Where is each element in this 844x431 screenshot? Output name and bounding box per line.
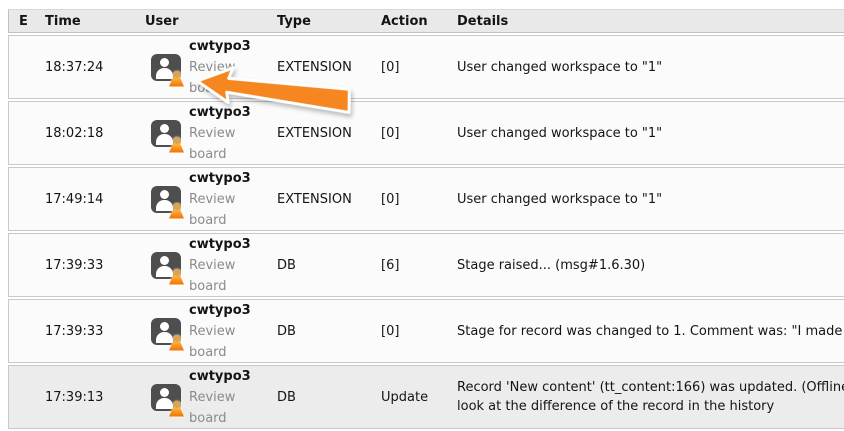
user-avatar-icon <box>151 54 181 81</box>
cell-type: EXTENSION <box>269 60 373 75</box>
column-header-details: Details <box>449 14 844 29</box>
log-row: 18:37:24 cwtypo3 Review board EXTENSION … <box>8 35 844 99</box>
user-avatar-icon <box>151 252 181 279</box>
user-role: Review board <box>189 57 257 99</box>
user-avatar-icon <box>151 318 181 345</box>
cell-action: [6] <box>373 258 449 273</box>
cell-user: cwtypo3 Review board <box>137 102 269 165</box>
cell-type: EXTENSION <box>269 192 373 207</box>
details-line1: Stage for record was changed to 1. Comme… <box>457 322 844 341</box>
person-silhouette-icon <box>160 322 169 331</box>
log-table: E Time User Type Action Details 18:37:24… <box>8 9 844 431</box>
column-header-time: Time <box>37 14 137 29</box>
cell-time: 17:39:13 <box>37 390 137 405</box>
column-header-type: Type <box>269 14 373 29</box>
cell-details: User changed workspace to "1" <box>449 190 844 209</box>
person-silhouette-icon <box>160 190 169 199</box>
orange-user-overlay-icon <box>169 137 184 153</box>
cell-time: 17:39:33 <box>37 258 137 273</box>
log-row: 17:49:14 cwtypo3 Review board EXTENSION … <box>8 167 844 231</box>
user-role: Review board <box>189 189 257 231</box>
log-row: 18:02:18 cwtypo3 Review board EXTENSION … <box>8 101 844 165</box>
cell-user: cwtypo3 Review board <box>137 234 269 297</box>
cell-type: EXTENSION <box>269 126 373 141</box>
cell-details: Stage for record was changed to 1. Comme… <box>449 322 844 341</box>
person-silhouette-icon <box>160 256 169 265</box>
log-row: 17:39:33 cwtypo3 Review board DB [0] Sta… <box>8 299 844 363</box>
user-avatar-icon <box>151 186 181 213</box>
cell-action: [0] <box>373 60 449 75</box>
cell-time: 17:39:33 <box>37 324 137 339</box>
column-header-user: User <box>137 14 269 29</box>
table-header-row: E Time User Type Action Details <box>8 9 844 33</box>
column-header-action: Action <box>373 14 449 29</box>
orange-user-overlay-icon <box>169 401 184 417</box>
cell-details: User changed workspace to "1" <box>449 58 844 77</box>
person-silhouette-icon <box>160 388 169 397</box>
user-role: Review board <box>189 321 257 363</box>
cell-time: 17:49:14 <box>37 192 137 207</box>
cell-action: [0] <box>373 192 449 207</box>
user-name: cwtypo3 <box>189 234 257 255</box>
person-silhouette-icon <box>160 58 169 67</box>
column-header-e: E <box>9 14 37 29</box>
person-silhouette-icon <box>160 124 169 133</box>
cell-action: [0] <box>373 126 449 141</box>
user-avatar-icon <box>151 384 181 411</box>
cell-user: cwtypo3 Review board <box>137 168 269 231</box>
user-name: cwtypo3 <box>189 300 257 321</box>
orange-user-overlay-icon <box>169 71 184 87</box>
cell-details: Record 'New content' (tt_content:166) wa… <box>449 378 844 416</box>
cell-action: [0] <box>373 324 449 339</box>
cell-user: cwtypo3 Review board <box>137 36 269 99</box>
details-line1: Record 'New content' (tt_content:166) wa… <box>457 378 844 397</box>
page: { "accent": { "arrow_color": "#F6861F", … <box>0 0 844 408</box>
user-role: Review board <box>189 123 257 165</box>
log-row: 17:39:33 cwtypo3 Review board DB [6] Sta… <box>8 233 844 297</box>
cell-time: 18:02:18 <box>37 126 137 141</box>
details-line1: User changed workspace to "1" <box>457 124 844 143</box>
user-role: Review board <box>189 255 257 297</box>
cell-user: cwtypo3 Review board <box>137 366 269 429</box>
details-line1: User changed workspace to "1" <box>457 190 844 209</box>
orange-user-overlay-icon <box>169 269 184 285</box>
orange-user-overlay-icon <box>169 335 184 351</box>
cell-details: User changed workspace to "1" <box>449 124 844 143</box>
user-name: cwtypo3 <box>189 102 257 123</box>
cell-action: Update <box>373 390 449 405</box>
cell-type: DB <box>269 390 373 405</box>
cell-user: cwtypo3 Review board <box>137 300 269 363</box>
details-line2: look at the difference of the record in … <box>457 397 844 416</box>
cell-time: 18:37:24 <box>37 60 137 75</box>
orange-user-overlay-icon <box>169 203 184 219</box>
details-line1: Stage raised... (msg#1.6.30) <box>457 256 844 275</box>
user-name: cwtypo3 <box>189 366 257 387</box>
cell-type: DB <box>269 258 373 273</box>
user-name: cwtypo3 <box>189 168 257 189</box>
user-name: cwtypo3 <box>189 36 257 57</box>
details-line1: User changed workspace to "1" <box>457 58 844 77</box>
user-avatar-icon <box>151 120 181 147</box>
cell-details: Stage raised... (msg#1.6.30) <box>449 256 844 275</box>
log-row: 17:39:13 cwtypo3 Review board DB Update … <box>8 365 844 429</box>
cell-type: DB <box>269 324 373 339</box>
